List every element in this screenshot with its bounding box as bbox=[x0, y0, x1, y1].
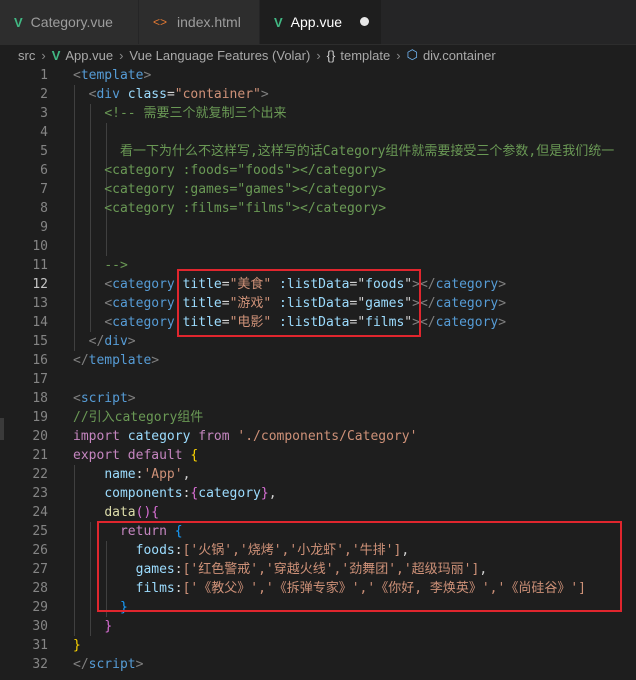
line-number[interactable]: 27 bbox=[0, 560, 56, 579]
tab-label: Category.vue bbox=[30, 14, 113, 30]
breadcrumb-template[interactable]: template bbox=[340, 48, 390, 63]
line-number[interactable]: 7 bbox=[0, 180, 56, 199]
line-number[interactable]: 1 bbox=[0, 66, 56, 85]
code-line: import category from './components/Categ… bbox=[73, 429, 418, 444]
line-number[interactable]: 16 bbox=[0, 351, 56, 370]
tab-index-html[interactable]: <> index.html bbox=[139, 0, 260, 44]
line-number[interactable]: 8 bbox=[0, 199, 56, 218]
chevron-right-icon: › bbox=[396, 47, 401, 63]
line-number[interactable]: 17 bbox=[0, 370, 56, 389]
line-number[interactable]: 19 bbox=[0, 408, 56, 427]
line-number[interactable]: 32 bbox=[0, 655, 56, 674]
cube-icon: ⬡ bbox=[406, 47, 418, 62]
code-line: components:{category}, bbox=[104, 486, 277, 501]
tab-bar: V Category.vue <> index.html V App.vue bbox=[0, 0, 636, 45]
line-number[interactable]: 14 bbox=[0, 313, 56, 332]
line-number[interactable]: 18 bbox=[0, 389, 56, 408]
line-number[interactable]: 30 bbox=[0, 617, 56, 636]
code-line: <script> bbox=[73, 391, 136, 406]
vue-file-icon: V bbox=[14, 14, 23, 30]
line-number[interactable]: 24 bbox=[0, 503, 56, 522]
code-line: <category :games="games"></category> bbox=[73, 182, 387, 197]
code-line: export default { bbox=[73, 448, 199, 463]
line-number[interactable]: 10 bbox=[0, 237, 56, 256]
code-line: <!-- 需要三个就复制三个出来 bbox=[104, 106, 287, 121]
code-line: data(){ bbox=[104, 505, 160, 520]
line-number-gutter: 1 2 3 4 5 6 7 8 9 10 11 12 13 14 15 16 17 18 19 20 21 22 23 24 2… bbox=[0, 66, 56, 674]
breadcrumb-src[interactable]: src bbox=[18, 48, 35, 63]
tab-label: index.html bbox=[177, 14, 241, 30]
code-line: <category :foods="foods"></category> bbox=[73, 163, 387, 178]
line-number[interactable]: 31 bbox=[0, 636, 56, 655]
tab-app-vue[interactable]: V App.vue bbox=[260, 0, 382, 44]
line-number[interactable]: 4 bbox=[0, 123, 56, 142]
code-line: </script> bbox=[73, 657, 144, 672]
line-number[interactable]: 3 bbox=[0, 104, 56, 123]
line-number[interactable]: 12 bbox=[0, 275, 56, 294]
breadcrumb: src › V App.vue › Vue Language Features … bbox=[0, 44, 636, 66]
line-number[interactable]: 29 bbox=[0, 598, 56, 617]
code-line: <category :films="films"></category> bbox=[73, 201, 387, 216]
line-number[interactable]: 21 bbox=[0, 446, 56, 465]
tab-label: App.vue bbox=[290, 14, 343, 30]
breadcrumb-element[interactable]: div.container bbox=[423, 48, 496, 63]
chevron-right-icon: › bbox=[41, 47, 46, 63]
line-number[interactable]: 9 bbox=[0, 218, 56, 237]
unsaved-dot-icon[interactable] bbox=[360, 17, 369, 26]
chevron-right-icon: › bbox=[316, 47, 321, 63]
chevron-right-icon: › bbox=[119, 47, 124, 63]
line-number[interactable]: 20 bbox=[0, 427, 56, 446]
line-number[interactable]: 11 bbox=[0, 256, 56, 275]
code-line: 看一下为什么不这样写,这样写的话Category组件就需要接受三个参数,但是我们… bbox=[119, 144, 615, 159]
html-file-icon: <> bbox=[153, 15, 168, 29]
line-number[interactable]: 23 bbox=[0, 484, 56, 503]
highlight-box-category-tags bbox=[177, 269, 421, 337]
line-number[interactable]: 13 bbox=[0, 294, 56, 313]
line-number[interactable]: 15 bbox=[0, 332, 56, 351]
highlight-box-return-data bbox=[97, 521, 622, 612]
line-number[interactable]: 2 bbox=[0, 85, 56, 104]
code-line: </template> bbox=[73, 353, 160, 368]
breadcrumb-language[interactable]: Vue Language Features (Volar) bbox=[129, 48, 310, 63]
code-line: <div class="container"> bbox=[88, 87, 269, 102]
code-line: <template> bbox=[73, 68, 152, 83]
line-number[interactable]: 6 bbox=[0, 161, 56, 180]
line-number[interactable]: 28 bbox=[0, 579, 56, 598]
line-number[interactable]: 26 bbox=[0, 541, 56, 560]
braces-icon: {} bbox=[326, 47, 336, 63]
code-line: } bbox=[104, 619, 113, 634]
code-line: //引入category组件 bbox=[73, 410, 204, 425]
line-number[interactable]: 25 bbox=[0, 522, 56, 541]
code-line: name:'App', bbox=[104, 467, 191, 482]
line-number[interactable]: 22 bbox=[0, 465, 56, 484]
vue-file-icon: V bbox=[51, 47, 61, 63]
breadcrumb-file[interactable]: App.vue bbox=[65, 48, 113, 63]
editor-scrollbar[interactable] bbox=[622, 66, 636, 680]
vue-file-icon: V bbox=[274, 14, 283, 30]
code-editor[interactable]: 1 2 3 4 5 6 7 8 9 10 11 12 13 14 15 16 17 18 19 20 21 22 23 24 2… bbox=[0, 66, 636, 680]
line-number[interactable]: 5 bbox=[0, 142, 56, 161]
tab-category-vue[interactable]: V Category.vue bbox=[0, 0, 139, 44]
sidebar-edge-marker bbox=[0, 418, 4, 440]
code-line: } bbox=[73, 638, 81, 653]
